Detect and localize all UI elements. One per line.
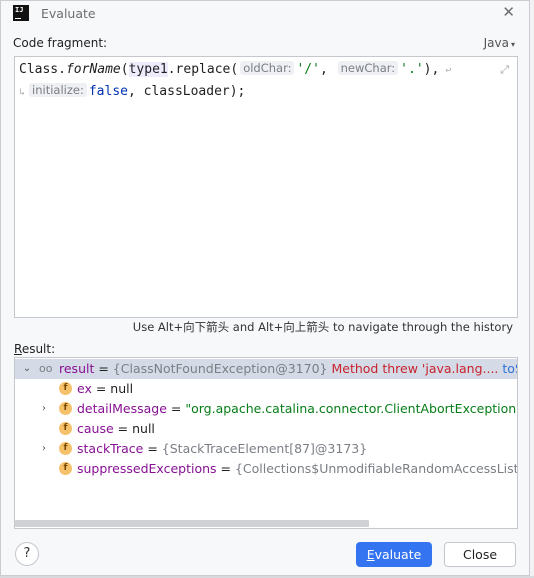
- tree-row-suppressedexceptions[interactable]: f suppressedExceptions = {Collections$Un…: [15, 459, 517, 479]
- result-eq: =: [94, 361, 113, 376]
- code-comma: ,: [319, 62, 336, 77]
- expand-editor-icon[interactable]: ⤢: [500, 63, 509, 77]
- field-eq: =: [216, 461, 235, 476]
- tree-row-stacktrace[interactable]: › f stackTrace = {StackTraceElement[87]@…: [15, 439, 517, 459]
- result-tree[interactable]: ⌄ oo result = {ClassNotFoundException@31…: [14, 357, 518, 529]
- param-hint-oldchar: oldChar:: [240, 61, 295, 75]
- field-value: {Collections$UnmodifiableRandomAccessLis…: [234, 461, 518, 476]
- evaluate-button[interactable]: Evaluate: [356, 542, 432, 567]
- evaluate-dialog: IJ Evaluate ✕ Code fragment: Java ▾ Class…: [0, 0, 530, 576]
- code-paren: (: [120, 62, 129, 77]
- field-name: ex: [77, 381, 92, 396]
- close-button[interactable]: Close: [444, 542, 516, 567]
- field-name: detailMessage: [77, 401, 167, 416]
- code-variable: type1: [128, 62, 168, 77]
- window-title: Evaluate: [41, 6, 96, 21]
- param-hint-initialize: initialize:: [29, 83, 87, 97]
- history-navigation-hint: Use Alt+向下箭头 and Alt+向上箭头 to navigate th…: [132, 320, 513, 334]
- chevron-down-icon: ▾: [510, 40, 515, 49]
- field-icon: f: [59, 442, 72, 455]
- tree-row-ex[interactable]: f ex = null: [15, 379, 517, 399]
- code-method: forName: [65, 62, 121, 77]
- field-name: cause: [77, 421, 114, 436]
- field-name: suppressedExceptions: [77, 461, 217, 476]
- code-call: .replace(: [167, 62, 239, 77]
- field-icon: f: [59, 402, 72, 415]
- code-line-2: ↳ initialize: false, classLoader);: [19, 83, 245, 99]
- field-eq: =: [113, 421, 133, 436]
- intellij-logo-icon: IJ: [13, 5, 29, 21]
- code-class: Class.: [19, 62, 66, 77]
- watch-glasses-icon: oo: [39, 362, 53, 375]
- code-keyword-false: false: [88, 84, 128, 99]
- field-eq: =: [143, 441, 162, 456]
- collapse-arrow-icon[interactable]: ⌄: [21, 359, 33, 379]
- result-value: {ClassNotFoundException@3170}: [112, 361, 328, 376]
- scrollbar-thumb[interactable]: [15, 520, 369, 527]
- code-rest: , classLoader);: [127, 84, 246, 99]
- horizontal-scrollbar[interactable]: [15, 518, 517, 528]
- code-editor[interactable]: Class.forName(type1.replace(oldChar: '/',…: [14, 56, 518, 318]
- field-eq: =: [166, 401, 186, 416]
- expand-arrow-icon[interactable]: ›: [38, 399, 50, 419]
- code-line-1: Class.forName(type1.replace(oldChar: '/',…: [19, 61, 451, 77]
- result-label: Result:: [14, 342, 55, 356]
- soft-wrap-icon: ↩: [445, 65, 452, 76]
- title-bar[interactable]: IJ Evaluate ✕: [1, 1, 529, 27]
- result-mnemonic: R: [14, 342, 22, 356]
- tree-row-cause[interactable]: f cause = null: [15, 419, 517, 439]
- code-string-arg2: '.': [400, 62, 424, 77]
- close-icon[interactable]: ✕: [502, 3, 515, 21]
- code-close: ),: [423, 62, 440, 77]
- result-error-message: Method threw 'java.lang....: [331, 361, 499, 376]
- field-icon: f: [59, 382, 72, 395]
- field-value: {StackTraceElement[87]@3173}: [161, 441, 368, 456]
- param-hint-newchar: newChar:: [337, 61, 399, 75]
- field-icon: f: [59, 462, 72, 475]
- expand-arrow-icon[interactable]: ›: [38, 439, 50, 459]
- tostring-link[interactable]: toString(): [502, 361, 517, 376]
- result-name: result: [59, 361, 95, 376]
- soft-wrap-continue-icon: ↳: [19, 87, 26, 98]
- tree-row-result[interactable]: ⌄ oo result = {ClassNotFoundException@31…: [15, 359, 517, 379]
- help-button[interactable]: ?: [15, 542, 39, 566]
- evaluate-label: valuate: [374, 547, 422, 562]
- evaluate-mnemonic: E: [366, 547, 375, 562]
- language-dropdown[interactable]: Java ▾: [484, 36, 515, 50]
- language-value: Java: [483, 36, 509, 50]
- field-eq: =: [91, 381, 111, 396]
- tree-row-detailmessage[interactable]: › f detailMessage = "org.apache.catalina…: [15, 399, 517, 419]
- code-string-arg1: '/': [296, 62, 320, 77]
- field-value: null: [132, 421, 155, 436]
- logo-text: IJ: [15, 6, 24, 14]
- field-value: null: [110, 381, 134, 396]
- field-value: "org.apache.catalina.connector.ClientAbo…: [185, 401, 518, 416]
- result-label-text: esult:: [21, 342, 56, 356]
- field-name: stackTrace: [77, 441, 144, 456]
- field-icon: f: [59, 422, 72, 435]
- code-fragment-label: Code fragment:: [13, 36, 108, 50]
